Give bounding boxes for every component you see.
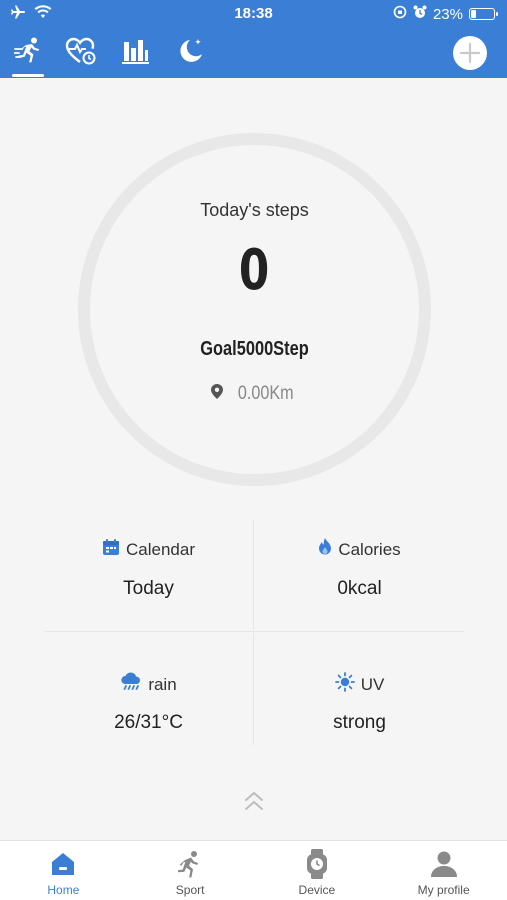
- grid-divider-horizontal: [44, 631, 464, 632]
- battery-percent: 23%: [432, 5, 463, 23]
- weather-value: 26/31°C: [114, 712, 183, 733]
- alarm-icon: [413, 5, 427, 23]
- calendar-icon: [102, 538, 120, 561]
- rain-cloud-icon: [120, 672, 142, 697]
- nav-home[interactable]: Home: [0, 841, 127, 900]
- weather-label-row: rain: [43, 672, 254, 697]
- uv-label: UV: [360, 674, 385, 694]
- battery-fill: [471, 10, 476, 18]
- flame-icon: [318, 538, 332, 561]
- grid-divider-vertical-top: [253, 520, 254, 630]
- rotation-lock-icon: [393, 5, 407, 23]
- heart-rate-icon[interactable]: [64, 34, 98, 68]
- steps-goal: Goal5000Step: [200, 338, 309, 360]
- home-icon: [48, 849, 78, 879]
- sun-icon: [334, 672, 355, 697]
- calories-label-row: Calories: [254, 538, 465, 561]
- nav-sport[interactable]: Sport: [127, 841, 254, 900]
- nav-home-label: Home: [47, 883, 80, 897]
- calories-value: 0kcal: [337, 578, 382, 599]
- uv-card[interactable]: UV strong: [254, 672, 465, 782]
- status-bar: 18:38 23%: [0, 0, 507, 28]
- calendar-label: Calendar: [126, 539, 195, 559]
- profile-icon: [429, 849, 459, 879]
- uv-label-row: UV: [254, 672, 465, 697]
- grid-divider-vertical-bottom: [253, 633, 254, 745]
- status-right: 23%: [393, 5, 498, 23]
- sport-run-icon: [175, 849, 205, 879]
- location-pin-icon: [210, 383, 223, 405]
- nav-device[interactable]: Device: [254, 841, 381, 900]
- uv-value: strong: [333, 712, 386, 733]
- nav-profile-label: My profile: [417, 883, 470, 897]
- bottom-nav: Home Sport Device My profile: [0, 840, 507, 900]
- active-tab-indicator: [12, 74, 44, 77]
- steps-title: Today's steps: [200, 200, 309, 220]
- weather-label: rain: [148, 674, 177, 694]
- app-header: 18:38 23%: [0, 0, 507, 78]
- plus-icon: [459, 42, 481, 64]
- calendar-value: Today: [123, 578, 174, 599]
- watch-icon: [302, 849, 332, 879]
- nav-profile[interactable]: My profile: [380, 841, 507, 900]
- nav-device-label: Device: [298, 883, 336, 897]
- add-button[interactable]: [453, 36, 487, 70]
- expand-chevron-up-icon[interactable]: [244, 790, 264, 812]
- battery-icon: [469, 8, 498, 20]
- calendar-label-row: Calendar: [43, 538, 254, 561]
- top-tabbar: [0, 30, 507, 78]
- distance-row: 0.00Km: [78, 383, 431, 405]
- steps-progress-ring: [78, 133, 431, 486]
- weather-card[interactable]: rain 26/31°C: [43, 672, 254, 782]
- distance-value: 0.00Km: [237, 383, 294, 404]
- run-icon[interactable]: [12, 34, 46, 68]
- calories-label: Calories: [338, 539, 401, 559]
- bar-chart-icon[interactable]: [118, 34, 152, 68]
- nav-sport-label: Sport: [175, 883, 205, 897]
- sleep-moon-icon[interactable]: [174, 34, 208, 68]
- steps-count: 0: [238, 238, 271, 303]
